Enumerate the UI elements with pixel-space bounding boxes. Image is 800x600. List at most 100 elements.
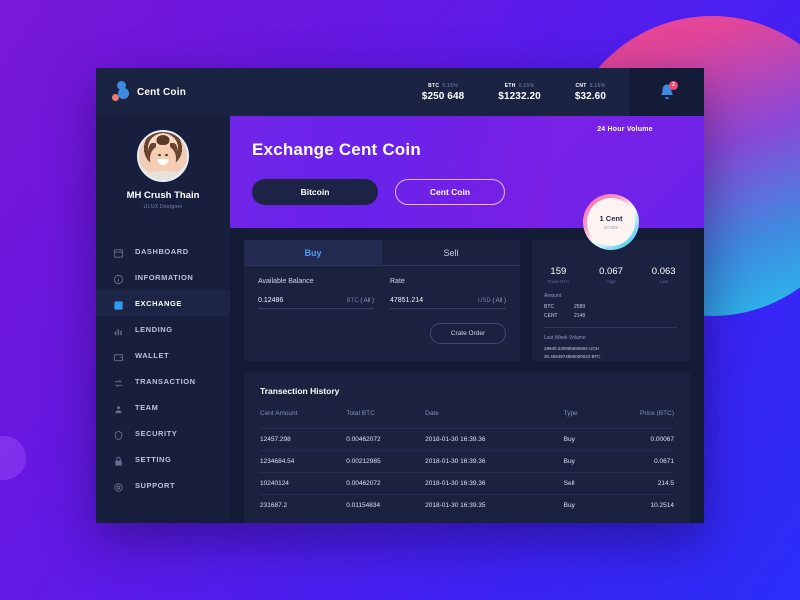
cell-price: 0.0671 xyxy=(596,450,674,473)
sidebar-item-label: TRANSACTION xyxy=(135,376,196,386)
sidebar-item-dashboard[interactable]: DASHBOARD xyxy=(96,238,230,264)
sidebar-item-information[interactable]: INFORMATION xyxy=(96,264,230,290)
chart-bar-icon xyxy=(113,324,124,335)
sidebar-item-transaction[interactable]: TRANSACTION xyxy=(96,368,230,394)
cent-coin-button[interactable]: Cent Coin xyxy=(395,179,505,205)
top-bar: Cent Coin BTC 0.15% $250 648 ETH 0.15% $12… xyxy=(96,68,704,116)
sidebar-item-wallet[interactable]: WALLET xyxy=(96,342,230,368)
amount-value: 2148 xyxy=(574,312,586,319)
tab-buy[interactable]: Buy xyxy=(244,240,382,265)
available-balance-field: Available Balance 0.12486 BTC ( All ) xyxy=(258,278,374,309)
volume-card: 1 Cent $7.929 159 Trade BTC 0.067 High 0… xyxy=(532,194,690,362)
trade-panel: Buy Sell Available Balance 0.12486 BTC (… xyxy=(244,240,520,362)
balance-unit: BTC xyxy=(346,298,359,304)
detail-divider xyxy=(544,327,678,328)
ticker-value: $250 648 xyxy=(421,90,465,102)
ticker-eth[interactable]: ETH 0.15% $1232.20 xyxy=(498,83,541,102)
coin-value: $7.929 xyxy=(604,225,618,230)
sidebar-item-label: SECURITY xyxy=(135,428,178,438)
sidebar-item-security[interactable]: SECURITY xyxy=(96,420,230,446)
team-icon xyxy=(113,402,124,413)
table-row[interactable]: 231687.2 0.01154834 2018-01-30 16:39.35 … xyxy=(260,494,674,517)
stat-value: 0.063 xyxy=(651,266,676,277)
ticker-btc[interactable]: BTC 0.15% $250 648 xyxy=(422,83,465,102)
ticker-change: 0.15% xyxy=(518,82,535,89)
stat-low: 0.063 Low xyxy=(637,266,690,284)
cell-total-btc: 0.00462072 xyxy=(346,428,426,451)
sidebar-item-label: SETTING xyxy=(135,454,172,464)
stat-high: 0.067 High xyxy=(585,266,638,284)
sidebar-item-team[interactable]: TEAM xyxy=(96,394,230,420)
rate-label: Rate xyxy=(390,278,405,285)
stat-value: 0.067 xyxy=(599,266,623,277)
cell-type: Buy xyxy=(563,450,597,473)
dashboard-icon xyxy=(113,246,124,258)
available-balance-label: Available Balance xyxy=(258,278,314,285)
sidebar-item-label: EXCHANGE xyxy=(135,298,182,308)
ticker-change: 0.15% xyxy=(589,82,606,89)
coin-badge: 1 Cent $7.929 xyxy=(583,194,639,250)
cell-price: 214.5 xyxy=(596,472,674,495)
stat-label: High xyxy=(606,279,616,284)
bitcoin-button[interactable]: Bitcoin xyxy=(252,179,378,205)
currency-toggle-group: Bitcoin Cent Coin xyxy=(252,179,546,205)
ticker-symbol: ETH xyxy=(504,82,516,89)
buy-sell-tabs: Buy Sell xyxy=(244,240,520,265)
cell-date: 2018-01-30 16:39.36 xyxy=(425,450,564,473)
cell-cent-amount: 1234684.54 xyxy=(260,450,347,473)
notifications-button[interactable]: 2 xyxy=(630,68,704,116)
bell-icon: 2 xyxy=(658,81,678,101)
table-row[interactable]: 10240124 0.00462072 2018-01-30 16:39.36 … xyxy=(260,472,674,495)
volume-title: 24 Hour Volume xyxy=(597,126,653,133)
user-profile[interactable]: MH Crush Thain UI.UX Designer xyxy=(96,130,230,226)
amount-unit: CENT xyxy=(544,312,558,319)
cell-total-btc: 0.01154834 xyxy=(346,494,426,517)
column-header-type: Type xyxy=(563,410,578,418)
cell-date: 2018-01-30 16:39.35 xyxy=(425,494,564,517)
sidebar-item-lending[interactable]: LENDING xyxy=(96,316,230,342)
cell-type: Buy xyxy=(563,494,597,517)
create-order-button[interactable]: Crate Order xyxy=(430,323,506,344)
column-header-price: Price (BTC) xyxy=(640,410,674,418)
cent-coin-logo-icon xyxy=(112,81,130,103)
ticker-symbol: BTC xyxy=(428,82,440,89)
sidebar-item-setting[interactable]: SETTING xyxy=(96,446,230,472)
rate-unit: USD xyxy=(477,298,491,304)
rate-all-link[interactable]: ( All ) xyxy=(492,298,506,304)
history-title: Transection History xyxy=(260,386,340,397)
table-header-row: Cent Amount Total BTC Date Type Price (B… xyxy=(260,410,674,429)
last-week-line: 30.4564974960000023 BTC xyxy=(544,354,601,360)
table-row[interactable]: 12457.298 0.00462072 2018-01-30 16:39.36… xyxy=(260,428,674,451)
sidebar-item-label: WALLET xyxy=(135,350,170,360)
cell-price: 10.2514 xyxy=(596,494,674,517)
main-content: Exchange Cent Coin Bitcoin Cent Coin 24 … xyxy=(230,116,704,523)
cell-price: 0.00067 xyxy=(596,428,674,451)
ticker-value: $1232.20 xyxy=(498,90,541,102)
sidebar-item-support[interactable]: SUPPORT xyxy=(96,472,230,498)
cell-type: Buy xyxy=(563,428,597,451)
ticker-cnt[interactable]: CNT 0.15% $32.60 xyxy=(575,83,606,102)
balance-all-link[interactable]: ( All ) xyxy=(360,298,374,304)
rate-field: Rate 47851.214 USD ( All ) xyxy=(390,278,506,309)
rate-input[interactable]: 47851.214 xyxy=(390,297,423,304)
cell-type: Sell xyxy=(563,472,597,495)
brand[interactable]: Cent Coin xyxy=(96,81,230,103)
brand-name: Cent Coin xyxy=(137,86,187,98)
lock-icon xyxy=(113,454,124,466)
user-name: MH Crush Thain xyxy=(126,190,200,201)
stat-trade: 159 Trade BTC xyxy=(532,266,585,284)
available-balance-input[interactable]: 0.12486 xyxy=(258,297,283,304)
user-avatar xyxy=(137,130,189,182)
sidebar-item-label: DASHBOARD xyxy=(135,246,189,256)
tab-sell[interactable]: Sell xyxy=(382,240,520,265)
amount-value: 2589 xyxy=(574,304,586,310)
last-week-title: Last Week Volume xyxy=(544,335,586,341)
stat-value: 159 xyxy=(550,266,567,277)
cell-cent-amount: 12457.298 xyxy=(260,428,347,451)
table-row[interactable]: 1234684.54 0.00212985 2018-01-30 16:39.3… xyxy=(260,450,674,473)
sidebar-item-label: INFORMATION xyxy=(135,272,194,282)
amount-title: Amount xyxy=(544,293,562,299)
page-title: Exchange Cent Coin xyxy=(252,140,421,159)
ticker-list: BTC 0.15% $250 648 ETH 0.15% $1232.20 CNT 0… xyxy=(230,83,630,102)
sidebar-item-exchange[interactable]: EXCHANGE xyxy=(96,290,230,316)
